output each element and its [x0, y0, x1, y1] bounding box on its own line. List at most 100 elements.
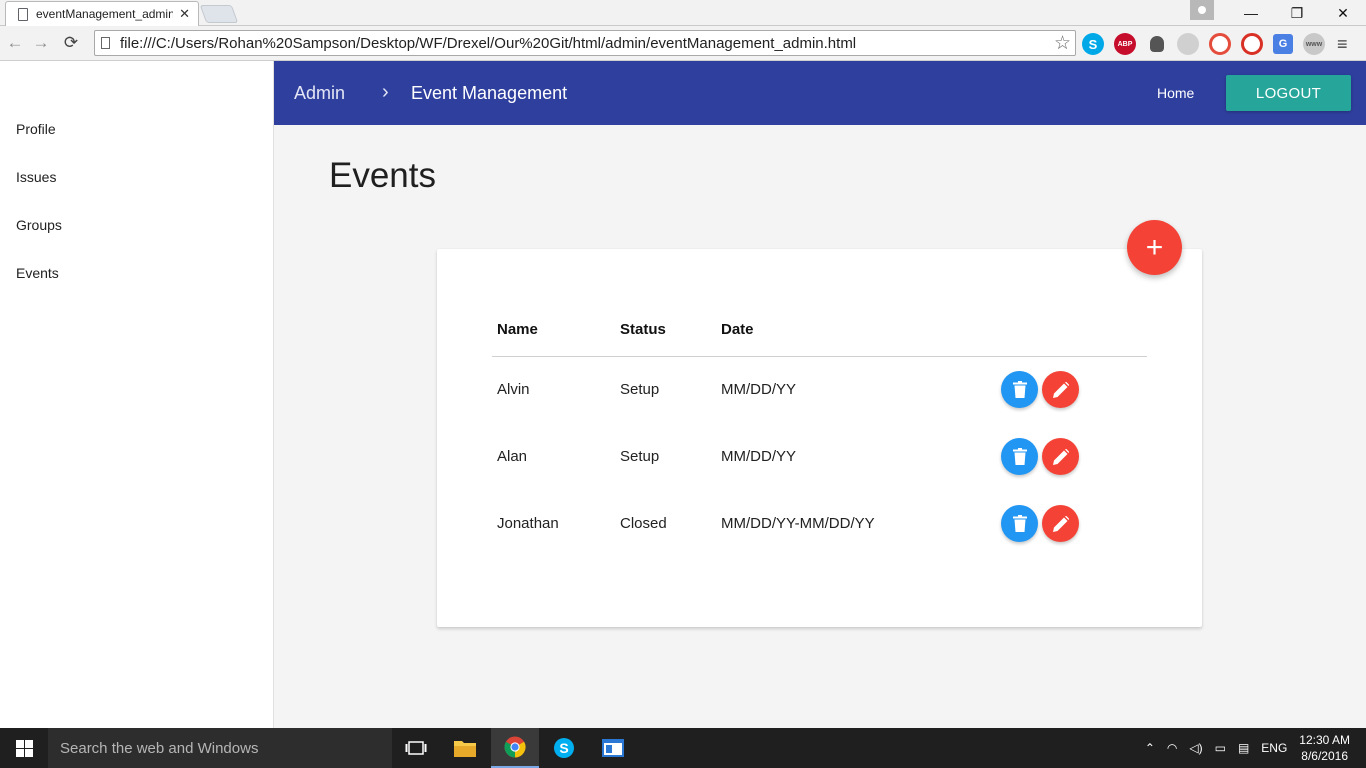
- bookmark-star-icon[interactable]: ☆: [1054, 32, 1071, 55]
- delete-button[interactable]: [1001, 371, 1038, 409]
- windows-taskbar: Search the web and Windows S ⌃ ◠ ◁) ▭ ▤ …: [0, 728, 1366, 768]
- logout-button[interactable]: LOGOUT: [1226, 75, 1351, 111]
- home-link[interactable]: Home: [1157, 85, 1194, 101]
- task-view-button[interactable]: [392, 728, 440, 768]
- pencil-icon: [1052, 448, 1069, 465]
- event-date: MM/DD/YY-MM/DD/YY: [721, 515, 875, 532]
- event-name: Jonathan: [497, 515, 559, 532]
- table-row: Alvin Setup MM/DD/YY: [492, 356, 1147, 423]
- tab-close-icon[interactable]: ✕: [179, 6, 190, 22]
- event-status: Setup: [620, 381, 660, 399]
- table-row: Alan Setup MM/DD/YY: [492, 423, 1147, 490]
- row-actions: [1001, 371, 1147, 409]
- delete-button[interactable]: [1001, 438, 1038, 475]
- pencil-icon: [1052, 515, 1069, 532]
- trash-icon: [1012, 448, 1027, 465]
- restore-button[interactable]: ❐: [1274, 5, 1320, 22]
- close-window-button[interactable]: ✕: [1320, 5, 1366, 22]
- document-icon: [18, 7, 28, 21]
- forward-arrow-icon[interactable]: →: [30, 33, 52, 53]
- event-date: MM/DD/YY: [721, 448, 796, 465]
- browser-tab-strip: eventManagement_admin ✕ — ❐ ✕: [0, 0, 1366, 26]
- minimize-button[interactable]: —: [1228, 5, 1274, 21]
- www-icon[interactable]: www: [1303, 33, 1325, 55]
- pencil-icon: [1052, 381, 1069, 398]
- sidebar-item-issues[interactable]: Issues: [0, 165, 273, 213]
- table-header-row: Name Status Date: [492, 304, 1147, 357]
- page-icon: [101, 37, 110, 49]
- row-actions: [1001, 505, 1147, 542]
- system-tray: ⌃ ◠ ◁) ▭ ▤ ENG 12:30 AM 8/6/2016: [1145, 728, 1366, 768]
- url-text[interactable]: file:///C:/Users/Rohan%20Sampson/Desktop…: [120, 35, 1054, 52]
- adblock-plus-icon[interactable]: ABP: [1114, 33, 1136, 55]
- taskbar-search[interactable]: Search the web and Windows: [48, 728, 392, 768]
- sidebar-item-profile[interactable]: Profile: [0, 117, 273, 165]
- header-status: Status: [615, 304, 716, 357]
- events-table: Name Status Date Alvin Setup MM/DD/YY Al…: [492, 304, 1147, 557]
- notifications-icon[interactable]: ▤: [1238, 741, 1249, 755]
- event-status: Closed: [620, 515, 667, 532]
- clock-date: 8/6/2016: [1301, 749, 1348, 763]
- battery-icon[interactable]: ▭: [1215, 741, 1226, 755]
- chevron-right-icon: ›: [382, 81, 389, 103]
- app-bar: Admin › Event Management Home LOGOUT: [274, 61, 1366, 125]
- breadcrumb-admin[interactable]: Admin: [294, 83, 345, 104]
- back-arrow-icon[interactable]: ←: [4, 33, 26, 53]
- language-indicator[interactable]: ENG: [1261, 741, 1287, 755]
- event-date: MM/DD/YY: [721, 381, 796, 399]
- trash-icon: [1012, 515, 1027, 532]
- task-view-icon: [405, 741, 427, 755]
- web-page: Profile Issues Groups Events Admin › Eve…: [0, 61, 1366, 728]
- skype-icon: S: [554, 738, 574, 758]
- wifi-icon[interactable]: ◠: [1167, 741, 1177, 755]
- file-explorer-button[interactable]: [441, 728, 489, 768]
- event-name: Alvin: [497, 381, 530, 399]
- edit-button[interactable]: [1042, 371, 1079, 409]
- volume-icon[interactable]: ◁): [1189, 741, 1202, 755]
- tab-title: eventManagement_admin: [36, 7, 174, 21]
- browser-tab[interactable]: eventManagement_admin ✕: [5, 1, 199, 26]
- chrome-taskbar-button[interactable]: [491, 728, 539, 768]
- events-card: Name Status Date Alvin Setup MM/DD/YY Al…: [437, 249, 1202, 627]
- windows-logo-icon: [15, 739, 33, 757]
- event-name: Alan: [497, 448, 528, 465]
- profile-icon[interactable]: [1190, 0, 1214, 20]
- skype-icon[interactable]: S: [1082, 33, 1104, 55]
- header-name: Name: [492, 304, 615, 357]
- add-event-button[interactable]: +: [1127, 220, 1182, 275]
- clock[interactable]: 12:30 AM 8/6/2016: [1299, 732, 1350, 764]
- clock-time: 12:30 AM: [1299, 733, 1350, 747]
- google-translate-icon[interactable]: G: [1273, 34, 1293, 54]
- sidebar: Profile Issues Groups Events: [0, 61, 274, 728]
- reload-icon[interactable]: ⟳: [60, 33, 82, 53]
- delete-button[interactable]: [1001, 505, 1038, 542]
- breadcrumb-event-management[interactable]: Event Management: [411, 83, 567, 104]
- row-actions: [1001, 438, 1147, 475]
- extension-icons: S ABP G www ≡: [1082, 33, 1348, 55]
- header-date: Date: [716, 304, 996, 357]
- edit-button[interactable]: [1042, 505, 1079, 542]
- new-tab-button[interactable]: [199, 5, 239, 23]
- svg-text:S: S: [559, 740, 568, 756]
- browser-toolbar: ← → ⟳ file:///C:/Users/Rohan%20Sampson/D…: [0, 26, 1366, 61]
- target-icon[interactable]: [1241, 33, 1263, 55]
- event-status: Setup: [620, 448, 660, 465]
- window-controls: — ❐ ✕: [1190, 0, 1366, 26]
- refresh-extension-icon[interactable]: [1177, 33, 1199, 55]
- chrome-icon: [504, 736, 526, 758]
- start-button[interactable]: [0, 728, 48, 768]
- no-tracking-icon[interactable]: [1209, 33, 1231, 55]
- skype-taskbar-button[interactable]: S: [540, 728, 588, 768]
- page-title: Events: [329, 156, 436, 195]
- edit-button[interactable]: [1042, 438, 1079, 475]
- app-window-button[interactable]: [589, 728, 637, 768]
- sidebar-item-groups[interactable]: Groups: [0, 213, 273, 261]
- sidebar-item-events[interactable]: Events: [0, 261, 273, 309]
- address-bar[interactable]: file:///C:/Users/Rohan%20Sampson/Desktop…: [94, 30, 1076, 56]
- browser-menu-icon[interactable]: ≡: [1337, 34, 1348, 55]
- lightbulb-icon[interactable]: [1150, 36, 1164, 52]
- table-row: Jonathan Closed MM/DD/YY-MM/DD/YY: [492, 490, 1147, 557]
- chevron-up-icon[interactable]: ⌃: [1145, 741, 1155, 755]
- trash-icon: [1012, 381, 1027, 399]
- app-window-icon: [602, 739, 624, 757]
